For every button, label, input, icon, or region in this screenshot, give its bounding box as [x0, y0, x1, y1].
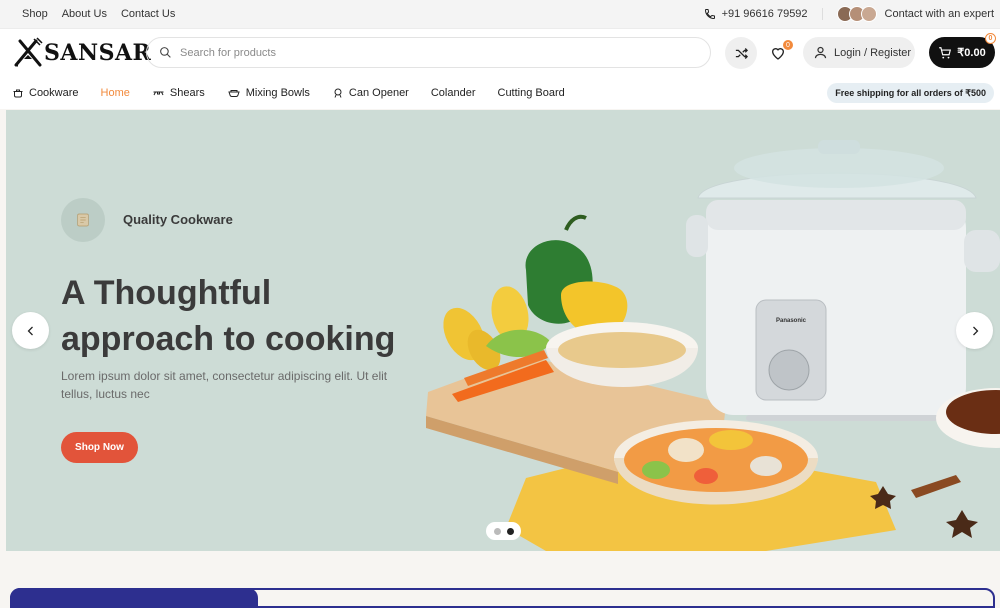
search-icon [160, 47, 171, 58]
nav-item-cookware[interactable]: Cookware [12, 87, 79, 99]
expert-avatars [836, 6, 877, 22]
hero-product-image: Panasonic [426, 140, 1000, 551]
wishlist-count-badge: 0 [783, 40, 793, 50]
star-anise [946, 510, 978, 538]
top-link-contact[interactable]: Contact Us [121, 8, 175, 20]
slider-prev-button[interactable] [12, 312, 49, 349]
shears-icon [153, 91, 164, 96]
cart-count-badge: 0 [985, 33, 996, 44]
nav-label: Cookware [29, 87, 79, 99]
top-link-shop[interactable]: Shop [22, 8, 48, 20]
phone-link[interactable]: +91 96616 79592 [704, 8, 823, 20]
top-right: +91 96616 79592 Contact with an expert [704, 6, 994, 22]
nav-item-mixing-bowls[interactable]: Mixing Bowls [227, 87, 310, 99]
top-bar: Shop About Us Contact Us +91 96616 79592… [0, 0, 1000, 29]
chevron-right-icon [972, 326, 978, 335]
nav-item-colander[interactable]: Colander [431, 87, 476, 99]
nav-item-shears[interactable]: Shears [152, 87, 205, 99]
login-register-button[interactable]: Login / Register [803, 37, 915, 68]
bowl-icon [228, 90, 240, 97]
nav-label: Mixing Bowls [245, 87, 310, 99]
shuffle-icon [735, 47, 748, 59]
utensils-logo-icon [14, 37, 43, 67]
slider-pagination [486, 522, 521, 540]
search-input[interactable] [180, 46, 680, 59]
main-header: SANSAR 0 Login / Register ₹0.00 0 [0, 29, 1000, 77]
main-nav: Cookware Home Shears Mixing Bowls Can Op… [0, 77, 1000, 109]
phone-icon [704, 9, 715, 20]
nav-label: Home [100, 87, 130, 99]
pot-icon [13, 89, 23, 98]
category-tab[interactable] [10, 588, 258, 608]
chevron-left-icon [27, 326, 33, 335]
nav-label: Can Opener [348, 87, 409, 99]
contact-expert-link[interactable]: Contact with an expert [885, 8, 994, 20]
phone-number: +91 96616 79592 [721, 8, 808, 20]
logo-text: SANSAR [44, 40, 152, 66]
search-bar [146, 37, 711, 68]
slider-next-button[interactable] [956, 312, 993, 349]
wishlist-button[interactable]: 0 [762, 37, 794, 69]
cart-total: ₹0.00 [957, 47, 986, 59]
top-links: Shop About Us Contact Us [22, 8, 175, 20]
can-opener-icon [334, 88, 342, 98]
free-shipping-badge: Free shipping for all orders of ₹500 [827, 83, 994, 103]
cart-button[interactable]: ₹0.00 0 [929, 33, 996, 68]
site-logo[interactable]: SANSAR [10, 35, 151, 71]
nav-item-home[interactable]: Home [101, 87, 130, 99]
slider-dot-2[interactable] [506, 527, 514, 535]
cinnamon-stick [911, 475, 961, 498]
avatar [860, 6, 877, 22]
user-icon [814, 46, 827, 59]
nav-label: Colander [430, 87, 476, 99]
slow-cooker [706, 200, 966, 415]
nav-label: Cutting Board [497, 87, 565, 99]
slider-dot-1[interactable] [493, 527, 501, 535]
hero-slider: Quality Cookware A Thoughtful approach t… [6, 110, 1000, 551]
cart-icon [939, 46, 952, 59]
nav-item-cutting-board[interactable]: Cutting Board [498, 87, 565, 99]
compare-button[interactable] [725, 37, 757, 69]
appliance-brand: Panasonic [776, 318, 807, 324]
login-label: Login / Register [834, 46, 912, 59]
nav-item-can-opener[interactable]: Can Opener [332, 87, 409, 99]
top-link-about[interactable]: About Us [62, 8, 107, 20]
nav-label: Shears [169, 87, 205, 99]
